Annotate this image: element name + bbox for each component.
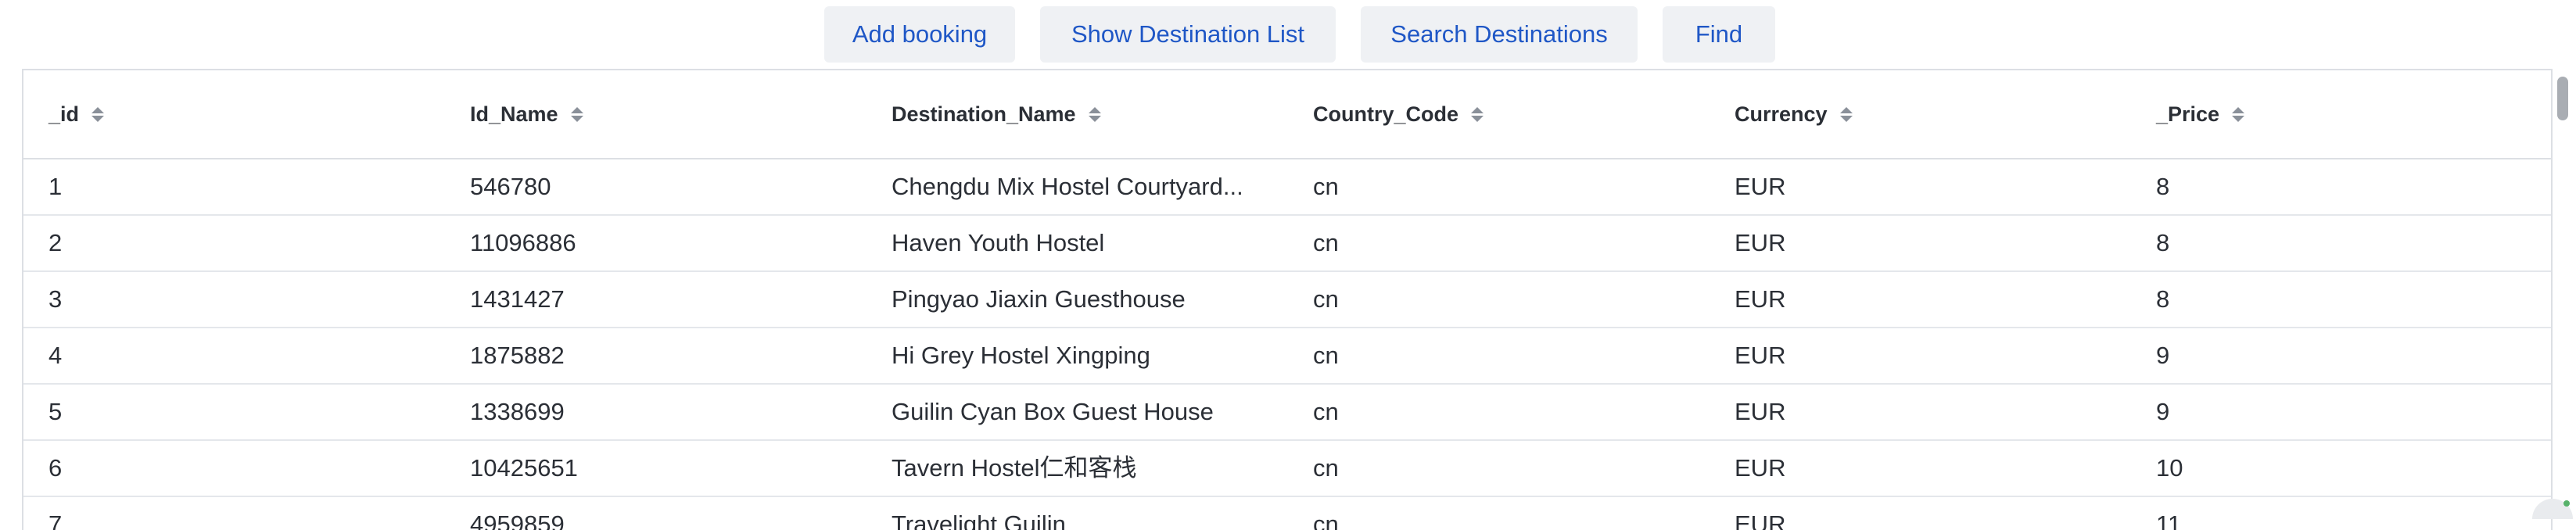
table-row[interactable]: 1 546780 Chengdu Mix Hostel Courtyard...… <box>23 159 2551 216</box>
table-row[interactable]: 4 1875882 Hi Grey Hostel Xingping cn EUR… <box>23 328 2551 385</box>
cell-id-name: 4959859 <box>470 497 565 530</box>
cell-currency: EUR <box>1735 328 1785 383</box>
cell-price: 8 <box>2156 272 2169 327</box>
table-row[interactable]: 5 1338699 Guilin Cyan Box Guest House cn… <box>23 385 2551 441</box>
cell-country-code: cn <box>1313 216 1339 270</box>
cell-country-code: cn <box>1313 385 1339 439</box>
table-row[interactable]: 2 11096886 Haven Youth Hostel cn EUR 8 <box>23 216 2551 272</box>
sort-icon[interactable] <box>1471 107 1484 122</box>
cell-id-name: 1338699 <box>470 385 565 439</box>
cell-id-name: 10425651 <box>470 441 578 496</box>
cell-id: 4 <box>48 328 62 383</box>
sort-icon[interactable] <box>91 107 104 122</box>
column-header-label: _id <box>48 102 79 127</box>
find-button[interactable]: Find <box>1663 6 1775 63</box>
column-header-currency[interactable]: Currency <box>1735 102 1853 127</box>
cell-destination-name: Pingyao Jiaxin Guesthouse <box>892 272 1186 327</box>
cell-destination-name: Chengdu Mix Hostel Courtyard... <box>892 159 1243 214</box>
cell-country-code: cn <box>1313 497 1339 530</box>
column-header-destination-name[interactable]: Destination_Name <box>892 102 1101 127</box>
cell-price: 9 <box>2156 328 2169 383</box>
cell-id: 1 <box>48 159 62 214</box>
cell-id-name: 1431427 <box>470 272 565 327</box>
column-header-price[interactable]: _Price <box>2156 102 2244 127</box>
destinations-table: _id Id_Name Destination_Name Country_Cod… <box>22 69 2553 530</box>
cell-country-code: cn <box>1313 159 1339 214</box>
destination-text: Chengdu Mix Hostel Courtyard... <box>892 159 1243 214</box>
cell-country-code: cn <box>1313 441 1339 496</box>
destination-text: Guilin Cyan Box Guest House <box>892 385 1214 439</box>
cell-price: 11 <box>2156 497 2181 530</box>
table-row[interactable]: 3 1431427 Pingyao Jiaxin Guesthouse cn E… <box>23 272 2551 328</box>
cell-destination-name: Guilin Cyan Box Guest House <box>892 385 1214 439</box>
table-row[interactable]: 6 10425651 Tavern Hostel仁和客栈 cn EUR 10 <box>23 441 2551 497</box>
cell-price: 9 <box>2156 385 2169 439</box>
toolbar-buttons: Add booking Show Destination List Search… <box>824 6 1775 63</box>
cell-destination-name: Haven Youth Hostel <box>892 216 1104 270</box>
column-header-label: _Price <box>2156 102 2219 127</box>
column-header-label: Id_Name <box>470 102 558 127</box>
cell-country-code: cn <box>1313 272 1339 327</box>
destination-text: Hi Grey Hostel Xingping <box>892 328 1150 383</box>
sort-icon[interactable] <box>2232 107 2244 122</box>
cell-currency: EUR <box>1735 441 1785 496</box>
destination-text: Haven Youth Hostel <box>892 216 1104 270</box>
scrollbar-thumb[interactable] <box>2557 77 2568 120</box>
cell-currency: EUR <box>1735 216 1785 270</box>
cell-id: 2 <box>48 216 62 270</box>
show-destination-list-button[interactable]: Show Destination List <box>1040 6 1336 63</box>
column-header-id[interactable]: _id <box>48 102 104 127</box>
cell-destination-name: Tavern Hostel仁和客栈 <box>892 441 1137 496</box>
search-destinations-button[interactable]: Search Destinations <box>1361 6 1638 63</box>
column-header-label: Destination_Name <box>892 102 1076 127</box>
destination-text: Travelight Guilin <box>892 497 1066 530</box>
sort-icon[interactable] <box>571 107 583 122</box>
cell-id-name: 1875882 <box>470 328 565 383</box>
table-body: 1 546780 Chengdu Mix Hostel Courtyard...… <box>23 159 2551 530</box>
cell-id: 3 <box>48 272 62 327</box>
cell-currency: EUR <box>1735 272 1785 327</box>
vertical-scrollbar[interactable] <box>2554 70 2571 519</box>
sort-icon[interactable] <box>1840 107 1853 122</box>
cell-id-name: 11096886 <box>470 216 576 270</box>
cell-destination-name: Travelight Guilin <box>892 497 1066 530</box>
cell-id: 5 <box>48 385 62 439</box>
cell-currency: EUR <box>1735 385 1785 439</box>
table-row[interactable]: 7 4959859 Travelight Guilin cn EUR 11 <box>23 497 2551 530</box>
online-dot-icon <box>2563 500 2570 507</box>
column-header-country-code[interactable]: Country_Code <box>1313 102 1484 127</box>
cell-country-code: cn <box>1313 328 1339 383</box>
cell-currency: EUR <box>1735 497 1785 530</box>
cell-id: 7 <box>48 497 62 530</box>
destination-text: Pingyao Jiaxin Guesthouse <box>892 272 1186 327</box>
cell-currency: EUR <box>1735 159 1785 214</box>
column-header-id-name[interactable]: Id_Name <box>470 102 583 127</box>
column-header-label: Currency <box>1735 102 1828 127</box>
sort-icon[interactable] <box>1089 107 1101 122</box>
cell-id: 6 <box>48 441 62 496</box>
cell-destination-name: Hi Grey Hostel Xingping <box>892 328 1150 383</box>
column-header-label: Country_Code <box>1313 102 1458 127</box>
cell-price: 10 <box>2156 441 2183 496</box>
cell-price: 8 <box>2156 216 2169 270</box>
cell-price: 8 <box>2156 159 2169 214</box>
table-header: _id Id_Name Destination_Name Country_Cod… <box>23 70 2551 159</box>
cell-id-name: 546780 <box>470 159 551 214</box>
destination-text: Tavern Hostel仁和客栈 <box>892 441 1137 496</box>
toolbar: Add booking Show Destination List Search… <box>0 6 2576 63</box>
add-booking-button[interactable]: Add booking <box>824 6 1015 63</box>
